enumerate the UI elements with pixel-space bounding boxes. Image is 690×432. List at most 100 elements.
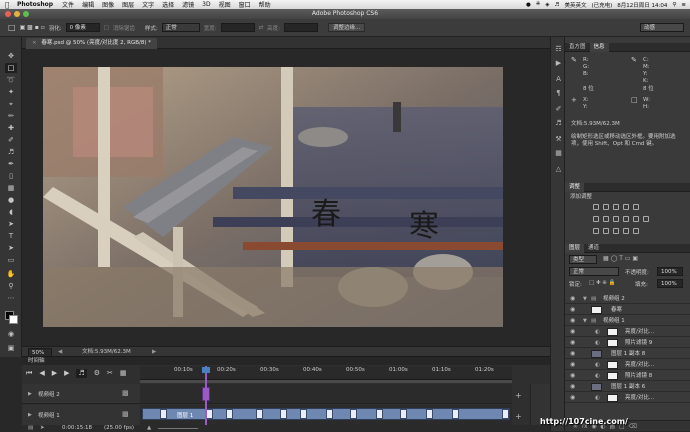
document-tab[interactable]: × 春寒.psd @ 50% (亮度/对比度 2, RGB/8) * [26,38,158,49]
threshold-adj-icon[interactable] [613,228,619,234]
group-disclosure-icon[interactable]: ▼ [583,316,587,326]
history-brush-tool-icon[interactable]: ✒ [5,159,17,169]
visibility-eye-icon[interactable]: ◉ [570,316,575,326]
menu-3d[interactable]: 3D [202,1,210,8]
exposure-adj-icon[interactable] [623,204,629,210]
layer-row[interactable]: ◉ ▼ ▤ 视频组 2 [565,294,690,304]
visibility-eye-icon[interactable]: ◉ [570,371,575,381]
zoom-tool-icon[interactable]: ⚲ [5,281,17,291]
paragraph-icon[interactable]: ¶ [554,89,563,98]
group-disclosure-icon[interactable]: ▼ [583,294,587,304]
color-balance-adj-icon[interactable] [603,216,609,222]
pen-tool-icon[interactable]: ➤ [5,219,17,229]
list-icon[interactable]: ≡ [681,2,686,8]
healing-brush-tool-icon[interactable]: ✚ [5,123,17,133]
rect-marquee-tool-icon[interactable]: □ [5,63,17,73]
playhead-handle[interactable] [202,367,210,373]
actions-icon[interactable]: ▶ [554,59,563,68]
visibility-eye-icon[interactable]: ◉ [570,338,575,348]
clock[interactable]: 8月12日周日 14:04 [617,1,667,9]
minimize-window-button[interactable] [14,11,20,17]
layer-filter-icons[interactable]: ▦ ◯ T ▭ ▣ [603,255,638,262]
track-lane-group1[interactable]: 图层 1 [140,405,512,425]
battery-status[interactable]: (已充电) [591,1,612,9]
delete-layer-icon[interactable]: ⌫ [628,423,636,430]
gradient-map-adj-icon[interactable] [623,228,629,234]
selection-mode-icons[interactable]: ▣ ▩ ▪ ▫ [20,24,45,31]
layer-comps-icon[interactable]: ▦ [554,149,563,158]
menu-file[interactable]: 文件 [62,0,74,9]
add-track-icon[interactable]: + [515,412,522,421]
menu-image[interactable]: 图像 [102,0,114,9]
apple-icon[interactable]:  [5,1,13,9]
eraser-tool-icon[interactable]: ▯ [5,171,17,181]
background-color-swatch[interactable] [9,315,18,324]
layer-row[interactable]: ◉ ▼ ▤ 视频组 1 [565,316,690,326]
tool-preset-icon[interactable]: ⚒ [554,135,563,144]
layer-row[interactable]: ◉ 图层 1 副本 8 [565,349,690,359]
add-media-icon[interactable]: ▩ [122,389,129,397]
menu-help[interactable]: 帮助 [259,0,271,9]
blend-mode-select[interactable]: 正常 [569,267,619,276]
gradient-tool-icon[interactable]: ▦ [5,183,17,193]
menu-type[interactable]: 文字 [142,0,154,9]
audio-icon[interactable]: ♬ [76,369,87,378]
visibility-eye-icon[interactable]: ◉ [570,393,575,403]
document-canvas[interactable]: 春 寒 [43,67,503,327]
transition-icon[interactable]: ▦ [120,369,127,378]
levels-adj-icon[interactable] [603,204,609,210]
layer-row[interactable]: ◉ 春寒 [565,305,690,315]
menu-view[interactable]: 视图 [219,0,231,9]
visibility-eye-icon[interactable]: ◉ [570,327,575,337]
play-icon[interactable]: ▶ [52,369,57,378]
layer-row[interactable]: ◉ ◐ 亮度/对比... [565,393,690,403]
prev-frame-icon[interactable]: ◀ [39,369,44,378]
type-tool-icon[interactable]: T [5,231,17,241]
height-input[interactable] [284,23,319,32]
history-icon[interactable]: ☶ [554,45,563,54]
layer-kind-filter[interactable]: 类型 [569,255,597,264]
shape-tool-icon[interactable]: ▭ [5,255,17,265]
hand-tool-icon[interactable]: ✋ [5,269,17,279]
input-source[interactable]: 美英英文 [564,1,586,9]
add-media-icon[interactable]: ▩ [122,410,129,418]
tab-layers[interactable]: 图层 [565,244,585,253]
character-icon[interactable]: A [554,75,563,84]
swap-icon[interactable]: ⇄ [259,25,264,31]
track-expand-icon[interactable]: ▶ [28,412,32,418]
clone-source-icon[interactable]: ♬ [554,119,563,128]
layer-row[interactable]: ◉ 图层 1 副本 6 [565,382,690,392]
visibility-eye-icon[interactable]: ◉ [570,382,575,392]
style-select[interactable]: 正常 [161,23,200,32]
split-icon[interactable]: ✂ [107,369,113,378]
vibrance-adj-icon[interactable] [633,204,639,210]
go-first-frame-icon[interactable]: ⏮ [26,369,32,378]
fill-input[interactable]: 100% [657,279,683,288]
move-tool-icon[interactable]: ✥ [5,51,17,61]
lasso-tool-icon[interactable]: ➰ [5,75,17,85]
menu-window[interactable]: 窗口 [239,0,251,9]
workspace-select[interactable]: 动感 [640,23,684,32]
path-select-tool-icon[interactable]: ➤ [5,243,17,253]
bluetooth-icon[interactable]: ⎈ [536,1,540,8]
close-tab-icon[interactable]: × [32,40,37,46]
add-track-icon[interactable]: + [515,391,522,400]
bw-adj-icon[interactable] [613,216,619,222]
marquee-preset-icon[interactable]: □ [8,23,16,32]
refine-edge-button[interactable]: 调整边缘... [328,23,366,32]
channel-mixer-adj-icon[interactable] [633,216,639,222]
visibility-eye-icon[interactable]: ◉ [570,360,575,370]
crop-tool-icon[interactable]: ⌖ [5,99,17,109]
invert-adj-icon[interactable] [593,228,599,234]
volume-icon[interactable]: ♬ [555,2,560,8]
menu-select[interactable]: 选择 [162,0,174,9]
curves-adj-icon[interactable] [613,204,619,210]
selective-color-adj-icon[interactable] [633,228,639,234]
wifi-icon[interactable]: ◈ [545,2,549,8]
more-tools-icon[interactable]: ⋯ [5,293,17,303]
layer-row[interactable]: ◉ ◐ 亮度/对比... [565,360,690,370]
tab-info[interactable]: 信息 [589,43,609,52]
antialias-checkbox[interactable]: □ [104,25,109,31]
menu-layer[interactable]: 图层 [122,0,134,9]
posterize-adj-icon[interactable] [603,228,609,234]
